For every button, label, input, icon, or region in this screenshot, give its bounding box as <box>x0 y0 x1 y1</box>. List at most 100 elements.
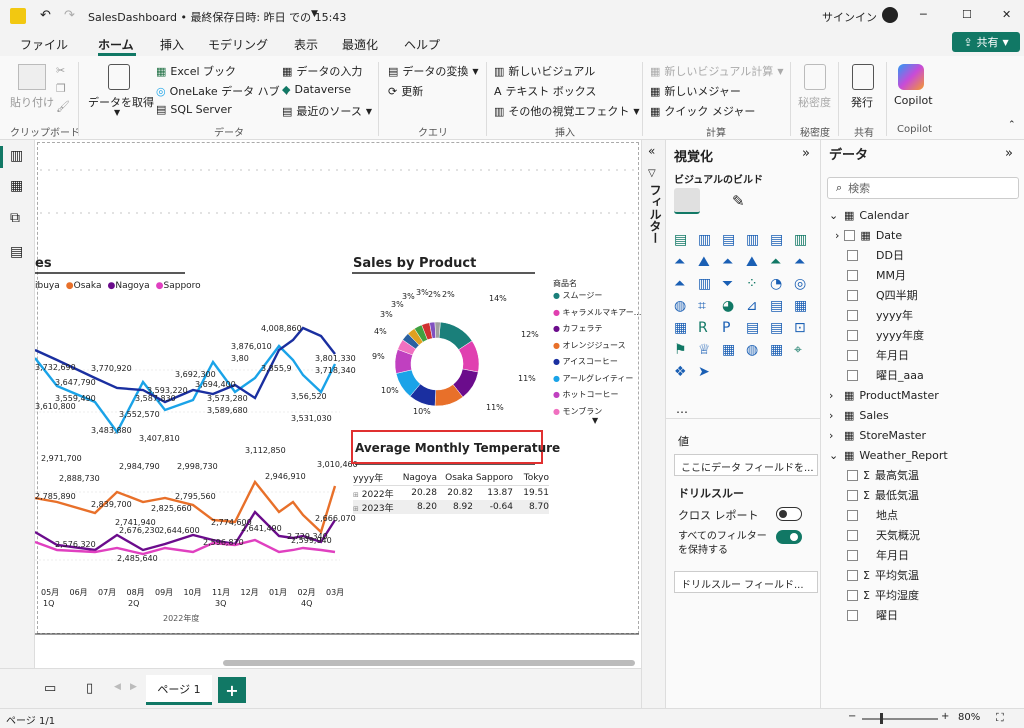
table-header[interactable]: Sapporo <box>473 473 513 483</box>
power-automate-icon[interactable]: ➤ <box>698 364 710 380</box>
copilot-button[interactable]: Copilot <box>894 94 933 107</box>
power-apps-icon[interactable]: ❖ <box>674 364 687 380</box>
key-influencers-icon[interactable]: ♕ <box>698 342 711 358</box>
tab-insert[interactable]: 挿入 <box>160 36 184 53</box>
line-stacked-icon[interactable]: ⏶ <box>794 254 805 270</box>
expand-row-icon[interactable]: ⊞ <box>353 505 359 513</box>
field-node[interactable]: Σ 最低気温 <box>829 485 1019 505</box>
textbox-button[interactable]: A テキスト ボックス <box>494 83 596 99</box>
mobile-layout-icon[interactable]: ▯ <box>86 681 93 696</box>
table-icon[interactable]: ▤ <box>746 320 759 336</box>
azure-map-icon[interactable]: ⊿ <box>746 298 758 314</box>
field-checkbox[interactable] <box>847 549 858 561</box>
donut-legend-item[interactable]: ● モンブラン <box>553 406 602 417</box>
table-view-icon[interactable]: ▦ <box>10 178 23 194</box>
scatter-icon[interactable]: ⁘ <box>746 276 758 292</box>
tab-file[interactable]: ファイル <box>20 36 68 53</box>
field-checkbox[interactable] <box>847 269 858 281</box>
field-checkbox[interactable] <box>847 469 858 481</box>
line-column-icon[interactable]: ⏶ <box>770 254 781 270</box>
pie-icon[interactable]: ◔ <box>770 276 782 292</box>
field-checkbox[interactable] <box>847 609 858 621</box>
title-dropdown-icon[interactable]: ▼ <box>311 9 318 19</box>
donut-legend-item[interactable]: ● アールグレイティー <box>553 373 633 384</box>
field-node[interactable]: Σ 最高気温 <box>829 465 1019 485</box>
table-node[interactable]: › ▦ ProductMaster <box>829 385 1019 405</box>
tab-help[interactable]: ヘルプ <box>404 36 440 53</box>
collapse-data-icon[interactable]: » <box>1005 146 1013 161</box>
tab-home[interactable]: ホーム <box>98 36 134 53</box>
100-column-icon[interactable]: ▥ <box>794 232 807 248</box>
field-checkbox[interactable] <box>847 289 858 301</box>
paginated-icon[interactable]: ⌖ <box>794 342 802 358</box>
narrative-icon[interactable]: ▦ <box>770 342 783 358</box>
page-tab-1[interactable]: ページ 1 <box>146 675 212 705</box>
field-node[interactable]: MM月 <box>829 265 1019 285</box>
table-row[interactable]: ⊞ 2023年 8.20 8.92 -0.64 8.70 <box>353 500 549 514</box>
field-node[interactable]: › ▦ Date <box>829 225 1019 245</box>
field-node[interactable]: Σ 平均湿度 <box>829 585 1019 605</box>
clustered-bar-icon[interactable]: ▤ <box>722 232 735 248</box>
data-search-box[interactable]: ⌕ 検索 <box>827 177 1019 199</box>
kpi-icon[interactable]: R <box>698 320 708 336</box>
table-header[interactable]: Nagoya <box>399 473 437 483</box>
dataverse-button[interactable]: ◆ Dataverse <box>282 83 351 96</box>
enter-data-button[interactable]: ▦ データの入力 <box>282 63 362 79</box>
table-row[interactable]: ⊞ 2022年 20.28 20.82 13.87 19.51 <box>353 486 549 500</box>
treemap-icon[interactable]: ◍ <box>674 298 686 314</box>
format-painter-icon[interactable]: 🖌 <box>56 100 70 113</box>
field-node[interactable]: 曜日 <box>829 605 1019 625</box>
chevron-right-icon[interactable]: › <box>829 389 839 402</box>
avatar-icon[interactable] <box>882 7 898 23</box>
fit-to-page-icon[interactable]: ⛶ <box>996 711 1004 725</box>
field-node[interactable]: DD日 <box>829 245 1019 265</box>
donut-legend-item[interactable]: ● アイスコーヒー <box>553 356 618 367</box>
field-node[interactable]: yyyy年 <box>829 305 1019 325</box>
card-icon[interactable]: ▤ <box>770 298 783 314</box>
table-header[interactable]: Osaka <box>437 473 473 483</box>
field-checkbox[interactable] <box>847 489 858 501</box>
qa-icon[interactable]: ◍ <box>746 342 758 358</box>
table-node[interactable]: › ▦ StoreMaster <box>829 425 1019 445</box>
chevron-down-icon[interactable]: ⌄ <box>829 209 839 222</box>
dax-query-icon[interactable]: ▤ <box>10 244 23 260</box>
more-visuals-ellipsis-icon[interactable]: … <box>676 402 688 416</box>
field-checkbox[interactable] <box>847 529 858 541</box>
table-node[interactable]: › ▦ Sales <box>829 405 1019 425</box>
legend-scroll-down-icon[interactable]: ▼ <box>592 416 598 425</box>
field-node[interactable]: 年月日 <box>829 545 1019 565</box>
multirow-card-icon[interactable]: ▦ <box>674 320 687 336</box>
python-icon[interactable]: ⚑ <box>674 342 687 358</box>
field-checkbox[interactable] <box>844 229 856 241</box>
donut-legend-item[interactable]: ● ホットコーヒー <box>553 389 619 400</box>
more-visuals-button[interactable]: ▥ その他の視覚エフェクト ▼ <box>494 103 640 119</box>
minimize-button[interactable]: ─ <box>920 8 927 21</box>
cross-report-toggle[interactable] <box>776 507 802 521</box>
field-checkbox[interactable] <box>847 349 858 361</box>
donut-legend-item[interactable]: ● スムージー <box>553 290 602 301</box>
report-canvas[interactable]: es ibuya ●Osaka ●Nagoya ●Sapporo 3,732,6… <box>35 140 641 668</box>
new-measure-button[interactable]: ▦ 新しいメジャー <box>650 83 741 99</box>
zoom-slider[interactable] <box>862 718 938 720</box>
area-chart-icon[interactable]: ⛰ <box>698 254 710 270</box>
paste-button[interactable]: 貼り付け <box>10 94 54 110</box>
new-visual-button[interactable]: ▥ 新しいビジュアル <box>494 63 595 79</box>
stacked-column-icon[interactable]: ▥ <box>698 232 711 248</box>
100-area-icon[interactable]: ⛰ <box>746 254 758 270</box>
expand-row-icon[interactable]: ⊞ <box>353 491 359 499</box>
field-checkbox[interactable] <box>847 589 858 601</box>
add-page-button[interactable]: + <box>218 677 246 703</box>
refresh-button[interactable]: ⟳ 更新 <box>388 83 423 99</box>
maximize-button[interactable]: ☐ <box>962 8 972 21</box>
field-checkbox[interactable] <box>847 329 858 341</box>
sensitivity-button[interactable]: 秘密度 <box>798 94 831 110</box>
chevron-right-icon[interactable]: › <box>829 409 839 422</box>
decomposition-tree-icon[interactable]: ▦ <box>722 342 735 358</box>
window-title[interactable]: SalesDashboard • 最終保存日時: 昨日 での 15:43 <box>88 9 346 25</box>
build-visual-tab-icon[interactable] <box>674 188 700 214</box>
copy-icon[interactable]: ❐ <box>56 82 66 95</box>
prev-page-icon[interactable]: ◀ <box>114 682 121 692</box>
onelake-button[interactable]: ◎ OneLake データ ハブ ▼ <box>156 83 290 99</box>
field-checkbox[interactable] <box>847 309 858 321</box>
matrix-icon[interactable]: ▤ <box>770 320 783 336</box>
